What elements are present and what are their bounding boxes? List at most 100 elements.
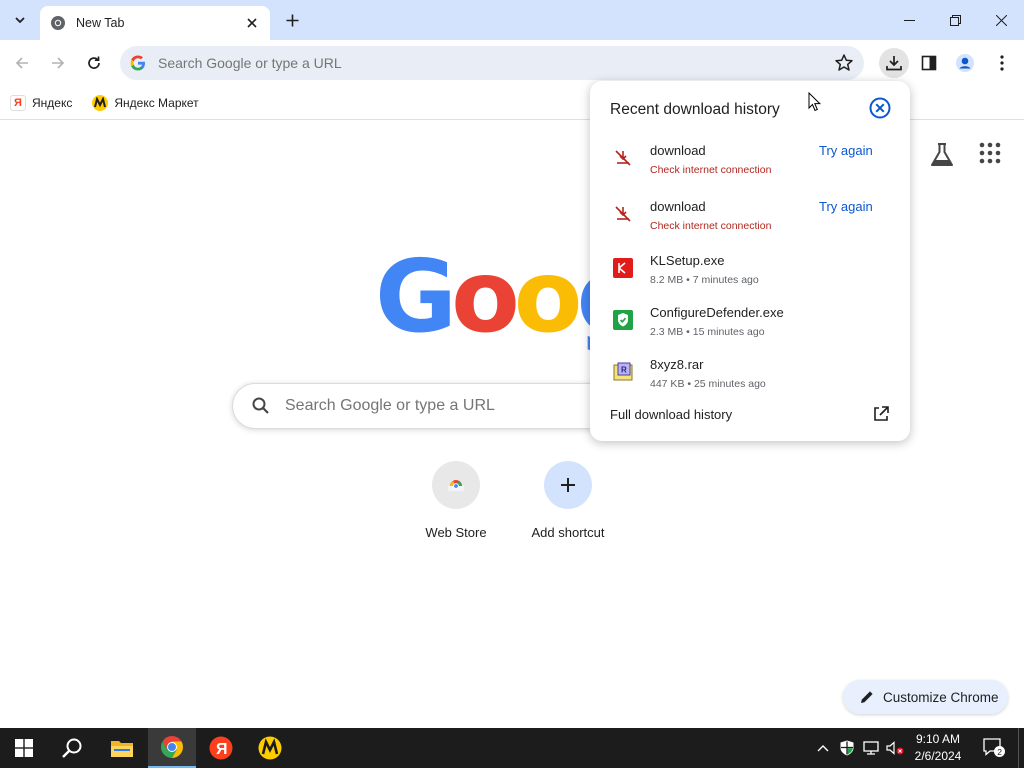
tab-title: New Tab [76, 16, 125, 30]
kaspersky-icon [612, 257, 634, 279]
shortcut-label: Web Store [425, 525, 487, 540]
bookmark-label: Яндекс [32, 95, 73, 110]
labs-flask-icon[interactable] [928, 141, 956, 169]
omnibox-input[interactable] [158, 55, 798, 71]
download-status: 8.2 MB • 7 minutes ago [650, 274, 759, 286]
download-item[interactable]: download Check internet connection Try a… [590, 197, 910, 249]
plus-icon [286, 14, 298, 26]
close-icon [247, 18, 257, 28]
defender-shield-icon [840, 740, 854, 756]
bookmark-yandex[interactable]: Я Яндекс [10, 94, 73, 111]
ntp-search-input[interactable] [285, 397, 585, 415]
security-tray-button[interactable] [838, 728, 856, 768]
download-status: Check internet connection [650, 220, 772, 232]
shortcut-add[interactable]: Add shortcut [523, 461, 613, 540]
taskbar-chrome[interactable] [148, 728, 196, 768]
windows-start-icon [15, 739, 33, 757]
svg-text:Я: Я [216, 741, 228, 758]
download-item[interactable]: R 8xyz8.rar 447 KB • 25 minutes ago [590, 355, 910, 407]
reload-button[interactable] [80, 49, 108, 77]
customize-label: Customize Chrome [883, 689, 999, 705]
rar-archive-icon: R [612, 361, 634, 383]
taskbar-yandex-market[interactable] [246, 728, 294, 768]
google-apps-icon[interactable] [978, 141, 1002, 165]
profile-icon [956, 54, 974, 72]
search-icon [252, 397, 269, 414]
notification-count: 2 [997, 747, 1002, 757]
shortcut-web-store[interactable]: Web Store [411, 461, 501, 540]
show-hidden-icons-button[interactable] [814, 728, 832, 768]
network-icon [863, 741, 879, 755]
windows-taskbar: Я 9:10 AM 2/6/2024 2 [0, 728, 1024, 768]
logo-letter: o [451, 238, 520, 355]
svg-text:R: R [621, 366, 627, 375]
omnibox[interactable] [120, 46, 864, 80]
menu-icon [1000, 55, 1004, 71]
minimize-icon [903, 19, 915, 21]
toolbar [0, 40, 1024, 86]
profile-button[interactable] [950, 48, 980, 78]
tab-new-tab[interactable]: New Tab [40, 6, 270, 40]
chevron-down-icon [15, 17, 25, 24]
bookmark-label: Яндекс Маркет [114, 95, 199, 110]
chrome-menu-button[interactable] [987, 48, 1017, 78]
new-tab-button[interactable] [280, 8, 304, 32]
yandex-market-icon [92, 94, 109, 111]
restore-icon [949, 14, 961, 26]
download-bubble: Recent download history download Check i… [590, 81, 910, 441]
downloads-button[interactable] [879, 48, 909, 78]
side-panel-button[interactable] [914, 48, 944, 78]
logo-letter: o [513, 238, 583, 355]
minimize-button[interactable] [886, 0, 932, 40]
download-status: 2.3 MB • 15 minutes ago [650, 326, 765, 338]
chevron-up-icon [817, 745, 829, 752]
full-download-history-link[interactable]: Full download history [610, 407, 732, 422]
back-icon [15, 57, 28, 69]
network-tray-button[interactable] [862, 728, 880, 768]
file-explorer-icon [111, 741, 133, 757]
chrome-web-store-icon [432, 461, 480, 509]
customize-chrome-button[interactable]: Customize Chrome [843, 680, 1008, 714]
download-filename: ConfigureDefender.exe [650, 305, 784, 320]
taskbar-file-explorer[interactable] [98, 728, 146, 768]
volume-muted-icon [886, 741, 904, 755]
forward-button[interactable] [44, 49, 72, 77]
download-filename: 8xyz8.rar [650, 357, 704, 372]
open-external-icon[interactable] [872, 405, 890, 423]
close-tab-button[interactable] [244, 15, 260, 31]
download-item[interactable]: download Check internet connection Try a… [590, 141, 910, 193]
action-center-button[interactable]: 2 [978, 728, 1010, 768]
plus-icon [544, 461, 592, 509]
window-close-button[interactable] [978, 0, 1024, 40]
bookmark-yandex-market[interactable]: Яндекс Маркет [92, 94, 199, 111]
download-item[interactable]: ConfigureDefender.exe 2.3 MB • 15 minute… [590, 303, 910, 355]
download-status: Check internet connection [650, 164, 772, 176]
notification-icon: 2 [983, 738, 1005, 757]
taskbar-clock[interactable]: 9:10 AM 2/6/2024 [906, 731, 970, 765]
yandex-icon: Я [10, 94, 26, 111]
taskbar-search-button[interactable] [48, 728, 96, 768]
download-failed-icon [612, 147, 634, 169]
restore-button[interactable] [932, 0, 978, 40]
google-icon [128, 53, 148, 73]
back-button[interactable] [8, 49, 36, 77]
download-icon [886, 56, 902, 71]
download-status: 447 KB • 25 minutes ago [650, 378, 766, 390]
download-filename: download [650, 143, 706, 158]
download-filename: KLSetup.exe [650, 253, 725, 268]
yandex-market-icon [258, 736, 282, 760]
chrome-icon [161, 736, 183, 758]
star-icon[interactable] [834, 53, 854, 73]
try-again-button[interactable]: Try again [819, 143, 873, 158]
close-icon[interactable] [868, 96, 892, 120]
taskbar-yandex-browser[interactable]: Я [197, 728, 245, 768]
download-item[interactable]: KLSetup.exe 8.2 MB • 7 minutes ago [590, 251, 910, 303]
clock-time: 9:10 AM [915, 732, 961, 746]
logo-letter: G [375, 238, 457, 355]
search-icon [62, 738, 82, 758]
tab-search-button[interactable] [8, 8, 32, 32]
try-again-button[interactable]: Try again [819, 199, 873, 214]
close-icon [995, 14, 1007, 26]
volume-tray-button[interactable] [886, 728, 904, 768]
start-button[interactable] [0, 728, 48, 768]
